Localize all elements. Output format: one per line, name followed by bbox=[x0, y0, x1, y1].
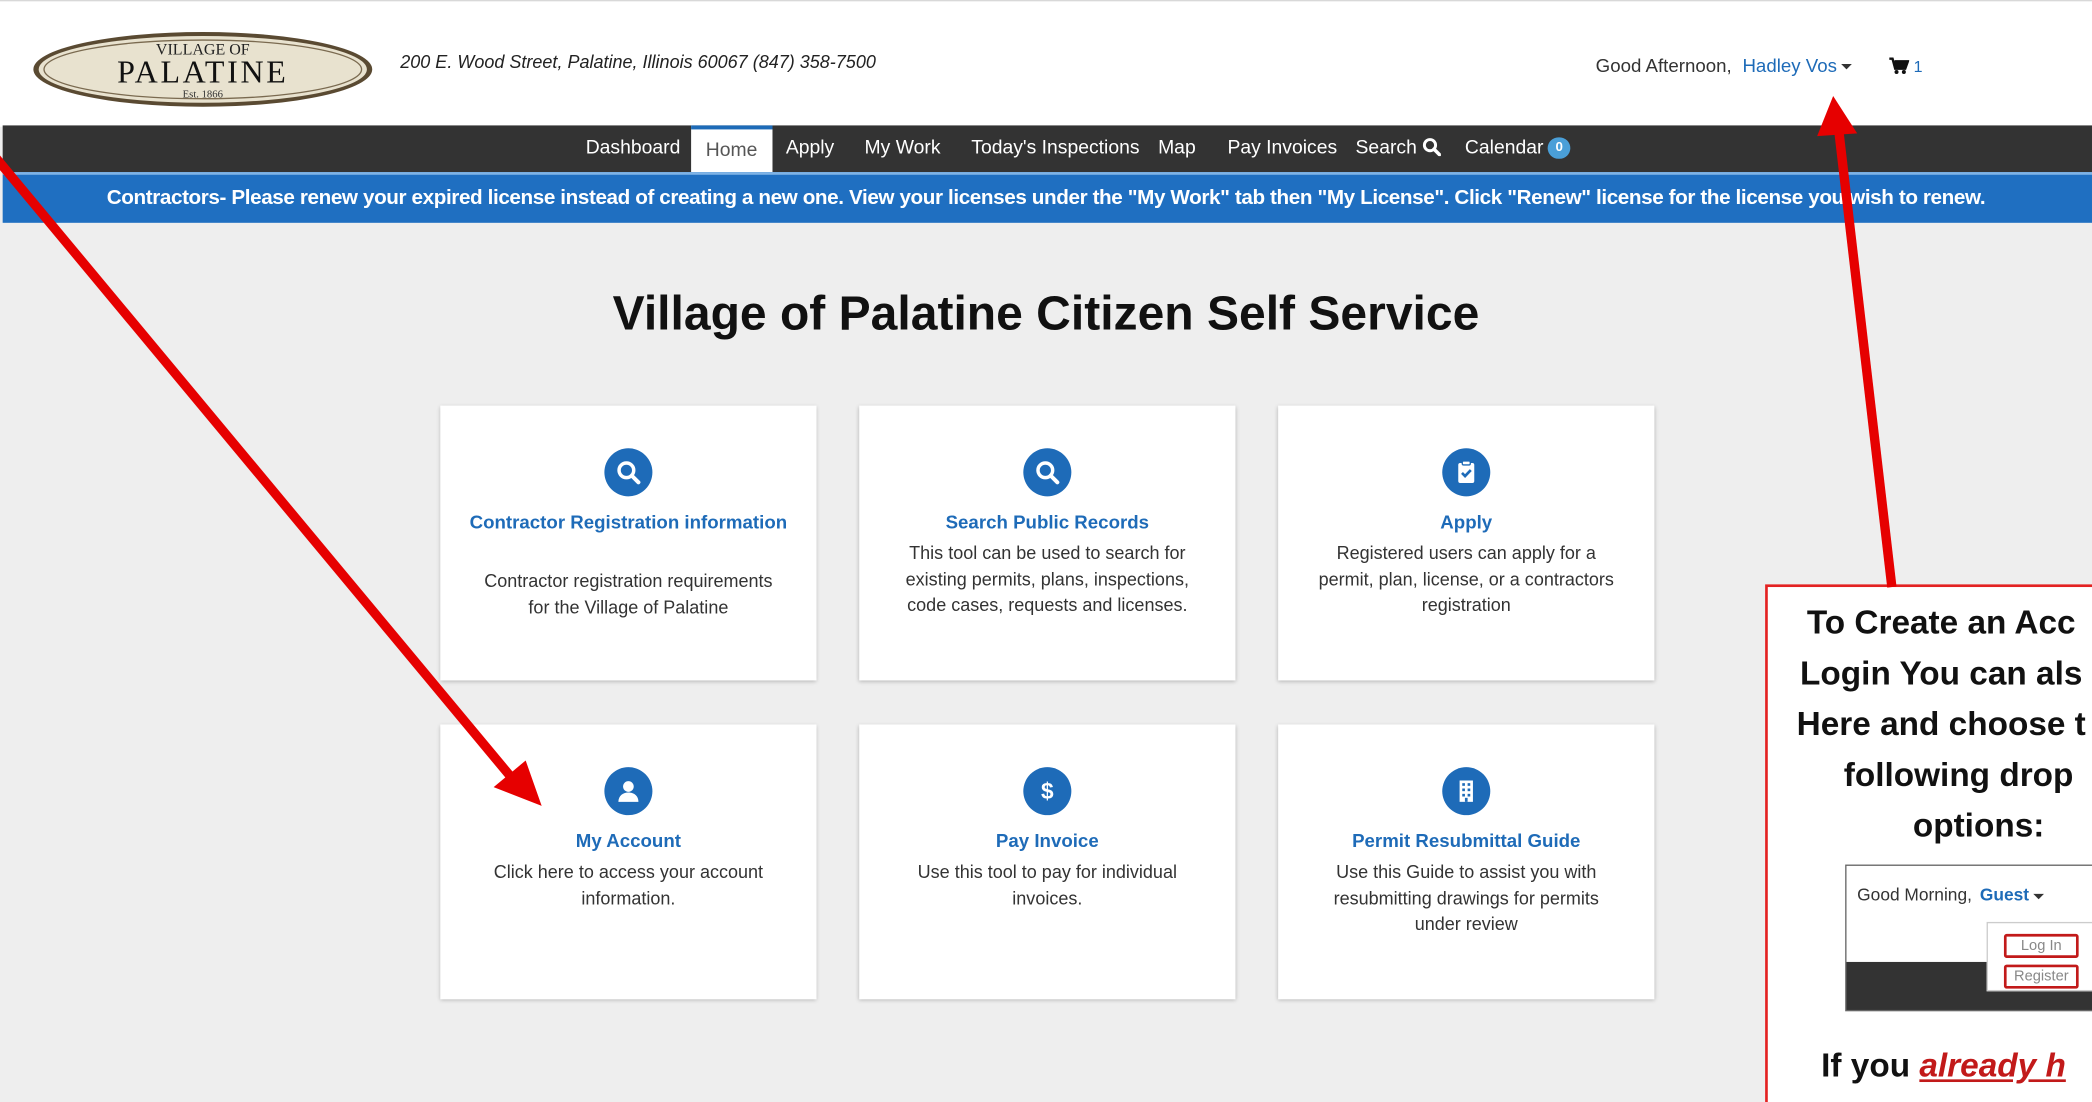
card-icon-circle bbox=[1023, 448, 1072, 497]
svg-text:$: $ bbox=[1041, 778, 1054, 804]
nav-dashboard[interactable]: Dashboard bbox=[586, 125, 681, 172]
nav-calendar[interactable]: Calendar 0 bbox=[1465, 125, 1571, 172]
clipboard-check-icon bbox=[1458, 460, 1475, 483]
banner-text: Contractors- Please renew your expired l… bbox=[106, 186, 1986, 210]
callout-line: Login You can als bbox=[1800, 655, 2083, 693]
user-name[interactable]: Hadley Vos bbox=[1742, 55, 1836, 76]
mini-guest-label: Guest bbox=[1979, 884, 2030, 905]
card-title[interactable]: My Account bbox=[467, 829, 790, 854]
card-description: Use this Guide to assist you with resubm… bbox=[1333, 861, 1599, 934]
caret-down-icon bbox=[1840, 64, 1852, 70]
card-search-public-records[interactable]: Search Public Records This tool can be u… bbox=[859, 405, 1236, 681]
search-icon bbox=[617, 461, 641, 485]
nav-my-work[interactable]: My Work bbox=[865, 125, 941, 172]
card-description: This tool can be used to search for exis… bbox=[905, 543, 1189, 616]
calendar-badge: 0 bbox=[1547, 137, 1571, 159]
nav-home[interactable]: Home bbox=[691, 125, 773, 173]
palatine-logo[interactable]: VILLAGE OF PALATINE Est. 1866 bbox=[32, 31, 374, 108]
announcement-banner: Contractors- Please renew your expired l… bbox=[2, 172, 2092, 223]
address-phone: 200 E. Wood Street, Palatine, Illinois 6… bbox=[400, 52, 876, 73]
shopping-cart-icon bbox=[1889, 57, 1910, 75]
caret-down-icon bbox=[2033, 893, 2044, 899]
card-description: Use this tool to pay for individual invo… bbox=[917, 861, 1177, 908]
callout-line: Here and choose t bbox=[1796, 705, 2086, 744]
nav-search[interactable]: Search bbox=[1355, 125, 1442, 172]
search-icon bbox=[1422, 138, 1442, 157]
page: VILLAGE OF PALATINE Est. 1866 200 E. Woo… bbox=[0, 0, 2092, 1102]
callout-line: following drop bbox=[1843, 756, 2074, 794]
mini-greeting: Good Morning, bbox=[1857, 884, 1972, 905]
callout-line: options: bbox=[1912, 807, 2045, 845]
user-menu[interactable]: Hadley Vos bbox=[1742, 55, 1852, 76]
card-icon-circle: $ bbox=[1023, 767, 1072, 816]
callout-text: To Create an Acc Login You can als Here … bbox=[1768, 598, 2092, 851]
card-icon-circle bbox=[604, 448, 653, 497]
card-icon-circle bbox=[604, 767, 653, 816]
nav-map[interactable]: Map bbox=[1158, 125, 1196, 172]
mini-login: Log In bbox=[2003, 933, 2079, 958]
logo-line2: PALATINE bbox=[117, 54, 288, 90]
mini-guest: Guest bbox=[1980, 885, 2044, 905]
mini-dropdown: Log In Register bbox=[1986, 921, 2092, 992]
nav-todays-inspections[interactable]: Today's Inspections bbox=[971, 125, 1139, 172]
card-description: Contractor registration requirements for… bbox=[484, 571, 773, 618]
card-description: Click here to access your account inform… bbox=[493, 861, 764, 908]
instruction-callout: To Create an Acc Login You can als Here … bbox=[1765, 584, 2092, 1102]
card-title[interactable]: Contractor Registration information bbox=[467, 510, 790, 535]
callout-line: To Create an Acc bbox=[1806, 604, 2076, 642]
card-icon-circle bbox=[1442, 448, 1491, 497]
card-title[interactable]: Apply bbox=[1305, 510, 1628, 535]
card-permit-resubmittal-guide[interactable]: Permit Resubmittal Guide Use this Guide … bbox=[1278, 724, 1655, 1000]
callout-footer: If you already h bbox=[1821, 1047, 2066, 1086]
card-description: Registered users can apply for a permit,… bbox=[1318, 543, 1614, 616]
nav-pay-invoices[interactable]: Pay Invoices bbox=[1227, 125, 1337, 172]
card-title[interactable]: Permit Resubmittal Guide bbox=[1305, 829, 1628, 854]
callout-foot-emphasis: already h bbox=[1919, 1047, 2066, 1085]
building-icon bbox=[1459, 780, 1473, 802]
dollar-icon: $ bbox=[1041, 778, 1054, 804]
user-icon bbox=[618, 781, 639, 802]
card-icon-circle bbox=[1442, 767, 1491, 816]
mini-register: Register bbox=[2003, 964, 2079, 989]
cart-count: 1 bbox=[1913, 57, 1923, 77]
site-header: VILLAGE OF PALATINE Est. 1866 200 E. Woo… bbox=[0, 0, 2092, 127]
search-icon bbox=[1036, 461, 1060, 485]
page-title: Village of Palatine Citizen Self Service bbox=[612, 285, 1480, 341]
guest-menu-screenshot: Good Morning, Guest Log In Register bbox=[1845, 864, 2092, 1012]
logo-line3: Est. 1866 bbox=[183, 88, 224, 100]
card-pay-invoice[interactable]: $ Pay Invoice Use this tool to pay for i… bbox=[859, 724, 1236, 1000]
card-title[interactable]: Pay Invoice bbox=[886, 829, 1209, 854]
nav-search-label: Search bbox=[1355, 137, 1417, 159]
callout-foot-prefix: If you bbox=[1821, 1047, 1920, 1085]
card-apply[interactable]: Apply Registered users can apply for a p… bbox=[1278, 405, 1655, 681]
nav-calendar-label: Calendar bbox=[1464, 137, 1544, 159]
cart-button[interactable]: 1 bbox=[1889, 57, 1923, 77]
arrow-to-my-account bbox=[0, 155, 519, 785]
card-my-account[interactable]: My Account Click here to access your acc… bbox=[440, 724, 817, 1000]
main-nav: Dashboard Home Apply My Work Today's Ins… bbox=[2, 125, 2092, 173]
card-contractor-registration[interactable]: Contractor Registration information Cont… bbox=[440, 405, 817, 681]
greeting-text: Good Afternoon, bbox=[1595, 54, 1732, 77]
nav-apply[interactable]: Apply bbox=[786, 125, 834, 172]
card-title[interactable]: Search Public Records bbox=[886, 510, 1209, 535]
